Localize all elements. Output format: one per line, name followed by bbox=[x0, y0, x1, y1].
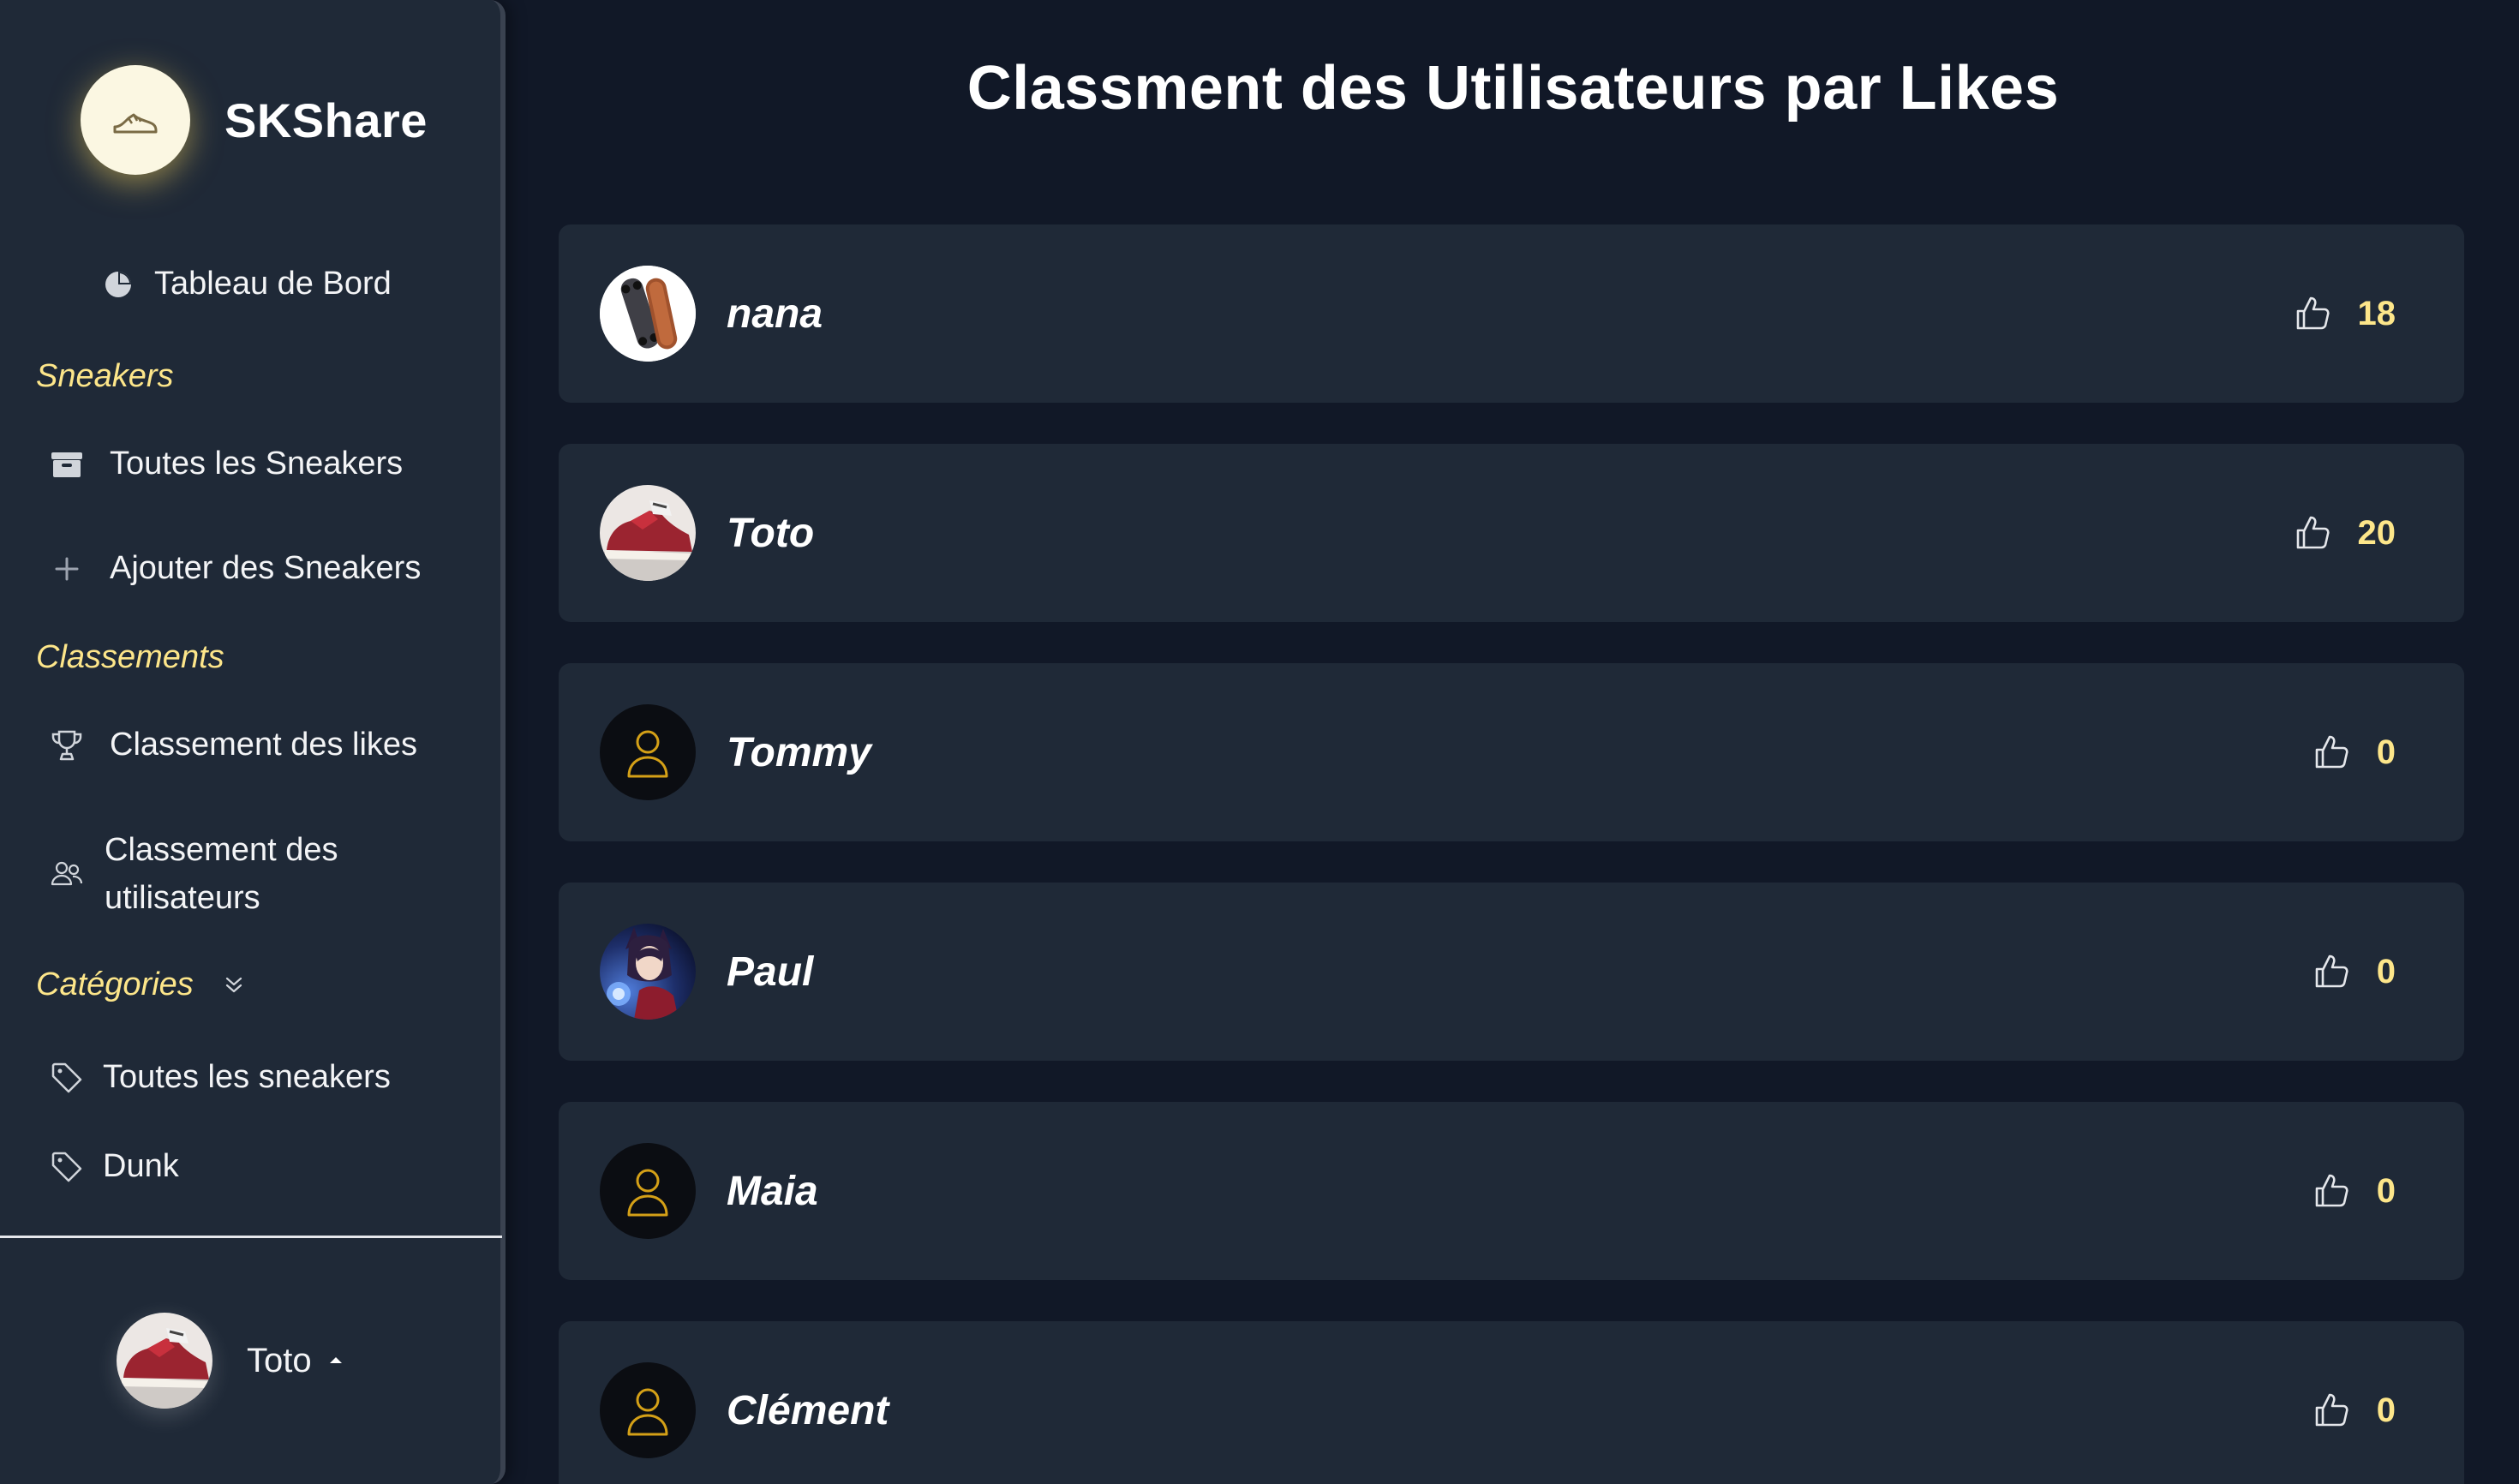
section-sneakers: Sneakers bbox=[36, 358, 174, 395]
avatar bbox=[117, 1313, 212, 1409]
tag-icon bbox=[50, 1150, 84, 1184]
chevrons-down-icon[interactable] bbox=[223, 974, 245, 996]
leaderboard-row: Maia 0 bbox=[559, 1102, 2464, 1280]
thumbs-up-icon bbox=[2312, 1391, 2351, 1430]
page-title: Classment des Utilisateurs par Likes bbox=[966, 54, 2060, 123]
likes-count[interactable]: 0 bbox=[2312, 952, 2396, 991]
nav-users-ranking-label: Classement des utilisateurs bbox=[105, 832, 338, 916]
nav-category-dunk-label: Dunk bbox=[103, 1148, 179, 1184]
likes-count[interactable]: 20 bbox=[2293, 513, 2396, 553]
user-icon bbox=[600, 704, 696, 800]
thumbs-up-icon bbox=[2312, 952, 2351, 991]
nav-category-dunk[interactable]: Dunk bbox=[50, 1148, 179, 1185]
nav-category-all[interactable]: Toutes les sneakers bbox=[50, 1059, 391, 1096]
avatar bbox=[600, 924, 696, 1020]
section-categories: Catégories bbox=[36, 966, 245, 1003]
likes-count[interactable]: 18 bbox=[2293, 294, 2396, 333]
likes-count[interactable]: 0 bbox=[2312, 733, 2396, 772]
likes-value: 0 bbox=[2376, 1171, 2396, 1210]
likes-value: 18 bbox=[2357, 294, 2396, 332]
profile-name: Toto bbox=[247, 1341, 312, 1379]
section-rankings-label: Classements bbox=[36, 639, 224, 675]
box-icon bbox=[50, 447, 84, 482]
likes-value: 0 bbox=[2376, 1391, 2396, 1429]
username: nana bbox=[727, 290, 823, 337]
username: Maia bbox=[727, 1168, 818, 1214]
nav-dashboard-label: Tableau de Bord bbox=[154, 266, 392, 302]
nav-add-sneakers[interactable]: Ajouter des Sneakers bbox=[50, 550, 421, 587]
nav-all-sneakers-label: Toutes les Sneakers bbox=[110, 446, 404, 482]
thumbs-up-icon bbox=[2293, 294, 2332, 333]
app: SKShare Tableau de Bord Sneakers Toutes … bbox=[0, 0, 2519, 1484]
users-icon bbox=[50, 857, 84, 891]
leaderboard-row: nana 18 bbox=[559, 224, 2464, 403]
section-categories-label: Catégories bbox=[36, 966, 194, 1002]
username: Clément bbox=[727, 1387, 889, 1433]
brand[interactable]: SKShare bbox=[81, 65, 428, 175]
avatar bbox=[600, 485, 696, 581]
section-rankings: Classements bbox=[36, 639, 224, 676]
leaderboard-row: Toto 20 bbox=[559, 444, 2464, 622]
user-icon bbox=[600, 1143, 696, 1239]
nav-users-ranking[interactable]: Classement des utilisateurs bbox=[50, 826, 375, 922]
main-content: Classment des Utilisateurs par Likes nan… bbox=[507, 0, 2519, 1484]
likes-value: 20 bbox=[2357, 513, 2396, 552]
username: Toto bbox=[727, 510, 815, 556]
thumbs-up-icon bbox=[2293, 513, 2332, 553]
username: Paul bbox=[727, 948, 814, 995]
likes-value: 0 bbox=[2376, 733, 2396, 771]
section-sneakers-label: Sneakers bbox=[36, 358, 174, 394]
leaderboard-row: Paul 0 bbox=[559, 883, 2464, 1061]
nav-likes-ranking-label: Classement des likes bbox=[110, 727, 418, 763]
brand-name: SKShare bbox=[224, 93, 428, 147]
tag-icon bbox=[50, 1061, 84, 1095]
nav-category-all-label: Toutes les sneakers bbox=[103, 1059, 391, 1095]
sidebar-divider bbox=[0, 1236, 502, 1238]
plus-icon bbox=[50, 552, 84, 586]
thumbs-up-icon bbox=[2312, 733, 2351, 772]
likes-count[interactable]: 0 bbox=[2312, 1171, 2396, 1211]
sidebar: SKShare Tableau de Bord Sneakers Toutes … bbox=[0, 0, 506, 1484]
nav-likes-ranking[interactable]: Classement des likes bbox=[50, 727, 417, 763]
profile-menu[interactable]: Toto bbox=[117, 1313, 346, 1409]
leaderboard-row: Clément 0 bbox=[559, 1321, 2464, 1484]
pie-chart-icon bbox=[101, 267, 135, 302]
nav-add-sneakers-label: Ajouter des Sneakers bbox=[110, 550, 422, 586]
trophy-icon bbox=[50, 728, 84, 763]
likes-count[interactable]: 0 bbox=[2312, 1391, 2396, 1430]
sneaker-icon bbox=[81, 65, 190, 175]
leaderboard-row: Tommy 0 bbox=[559, 663, 2464, 841]
nav-all-sneakers[interactable]: Toutes les Sneakers bbox=[50, 446, 403, 482]
likes-value: 0 bbox=[2376, 952, 2396, 990]
user-icon bbox=[600, 1362, 696, 1458]
avatar bbox=[600, 266, 696, 362]
username: Tommy bbox=[727, 729, 871, 775]
nav-dashboard[interactable]: Tableau de Bord bbox=[101, 266, 392, 302]
chevron-up-icon bbox=[326, 1350, 346, 1371]
thumbs-up-icon bbox=[2312, 1171, 2351, 1211]
